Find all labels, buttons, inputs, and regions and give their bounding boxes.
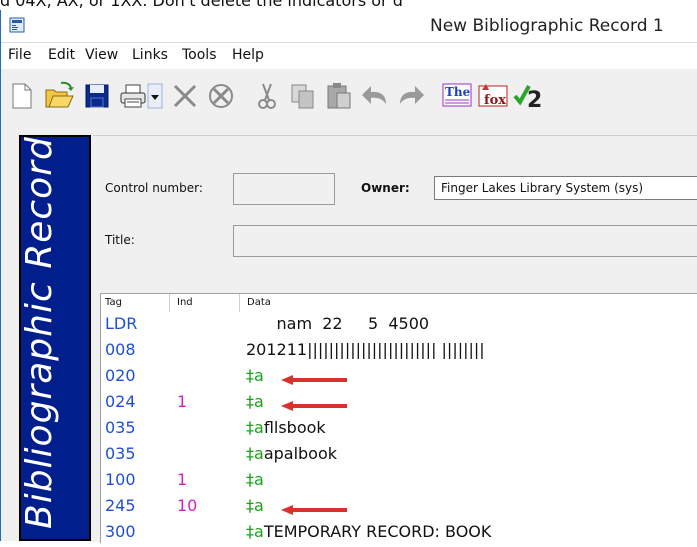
toolbar: The fox 2: [1, 70, 697, 122]
marc-row[interactable]: 035 ‡afllsbook: [101, 417, 697, 443]
save-icon[interactable]: [81, 80, 113, 112]
marc-data[interactable]: ‡aTEMPORARY RECORD: BOOK: [246, 522, 491, 541]
marc-row[interactable]: 300 ‡aTEMPORARY RECORD: BOOK: [101, 521, 697, 547]
marc-row[interactable]: 024 1 ‡a: [101, 391, 697, 417]
marc-data[interactable]: ‡a: [246, 470, 264, 489]
cancel-x-icon[interactable]: [205, 80, 237, 112]
menu-tools[interactable]: Tools: [182, 47, 217, 63]
marc-data[interactable]: 201211|||||||||||||||||||||||| ||||||||: [246, 340, 485, 359]
marc-tag[interactable]: 008: [105, 340, 136, 359]
marc-row[interactable]: 245 10 ‡a: [101, 495, 697, 521]
marc-row[interactable]: 008 201211|||||||||||||||||||||||| ||||||…: [101, 339, 697, 365]
window-title: New Bibliographic Record 1: [430, 16, 664, 36]
redo-icon[interactable]: [395, 80, 427, 112]
marc-indicator[interactable]: 10: [177, 496, 197, 515]
new-document-icon[interactable]: [5, 80, 37, 112]
menu-help[interactable]: Help: [232, 47, 264, 63]
paste-icon[interactable]: [323, 80, 355, 112]
column-header-data[interactable]: Data: [243, 294, 271, 312]
red-arrow-icon: [281, 375, 347, 385]
fox-icon[interactable]: fox: [477, 80, 509, 112]
marc-row[interactable]: LDR nam 22 5 4500: [101, 313, 697, 339]
cut-icon[interactable]: [251, 80, 283, 112]
print-icon[interactable]: [117, 80, 149, 112]
marc-data[interactable]: ‡a: [246, 392, 264, 411]
open-folder-icon[interactable]: [43, 80, 75, 112]
marc-data[interactable]: ‡aapalbook: [246, 444, 337, 463]
marc-row[interactable]: 035 ‡aapalbook: [101, 443, 697, 469]
delete-x-icon[interactable]: [169, 80, 201, 112]
title-field[interactable]: [233, 225, 697, 257]
svg-text:2: 2: [527, 88, 542, 112]
marc-indicator[interactable]: 1: [177, 470, 187, 489]
dropdown-arrow-icon[interactable]: [147, 80, 163, 112]
bibliographic-record-sidebar: Bibliographic Record: [19, 135, 91, 541]
marc-tag[interactable]: 245: [105, 496, 136, 515]
owner-label: Owner:: [361, 181, 410, 195]
marc-data[interactable]: ‡a: [246, 496, 264, 515]
control-number-label: Control number:: [105, 181, 203, 195]
undo-icon[interactable]: [359, 80, 391, 112]
red-arrow-icon: [281, 505, 347, 515]
marc-tag[interactable]: LDR: [105, 314, 137, 333]
copy-icon[interactable]: [287, 80, 319, 112]
title-label: Title:: [105, 233, 135, 247]
menu-view[interactable]: View: [85, 47, 118, 63]
marc-row[interactable]: 100 1 ‡a: [101, 469, 697, 495]
menu-links[interactable]: Links: [132, 47, 168, 63]
marc-tag[interactable]: 100: [105, 470, 136, 489]
marc-grid: Tag Ind Data LDR nam 22 5 4500 008 201211|…: [100, 293, 697, 543]
marc-indicator[interactable]: 1: [177, 392, 187, 411]
control-number-field[interactable]: [233, 173, 335, 205]
red-arrow-icon: [281, 401, 347, 411]
column-header-ind[interactable]: Ind: [173, 294, 193, 312]
menu-file[interactable]: File: [8, 47, 31, 63]
spellcheck-icon[interactable]: 2: [513, 80, 545, 112]
marc-row[interactable]: 020 ‡a: [101, 365, 697, 391]
menu-bar: File Edit View Links Tools Help: [1, 43, 697, 69]
svg-text:fox: fox: [484, 93, 506, 108]
thesaurus-icon[interactable]: The: [441, 80, 473, 112]
marc-data[interactable]: nam 22 5 4500: [246, 314, 430, 333]
app-icon: [9, 17, 25, 33]
title-bar[interactable]: New Bibliographic Record 1: [1, 10, 697, 43]
marc-tag[interactable]: 024: [105, 392, 136, 411]
marc-tag[interactable]: 035: [105, 418, 136, 437]
sidebar-label: Bibliographic Record: [19, 136, 60, 529]
marc-tag[interactable]: 300: [105, 522, 136, 541]
marc-data[interactable]: ‡a: [246, 366, 264, 385]
svg-text:The: The: [445, 85, 471, 99]
column-header-tag[interactable]: Tag: [101, 294, 122, 312]
owner-select[interactable]: Finger Lakes Library System (sys): [434, 176, 697, 200]
marc-tag[interactable]: 035: [105, 444, 136, 463]
menu-edit[interactable]: Edit: [48, 47, 75, 63]
record-pane: Control number: Owner: Finger Lakes Libr…: [93, 135, 697, 543]
bibliographic-record-window: New Bibliographic Record 1 File Edit Vie…: [0, 10, 697, 543]
marc-data[interactable]: ‡afllsbook: [246, 418, 326, 437]
marc-tag[interactable]: 020: [105, 366, 136, 385]
